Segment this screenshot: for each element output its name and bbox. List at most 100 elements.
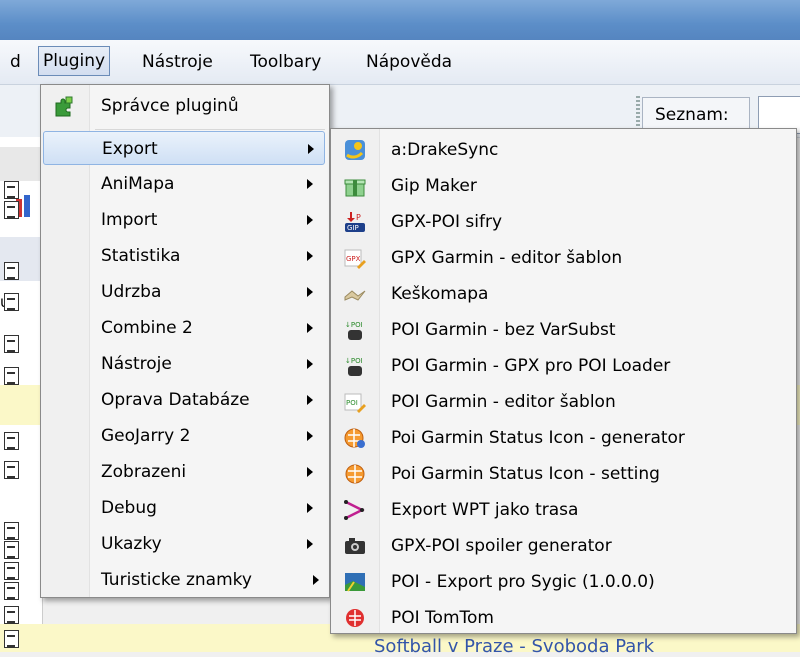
menu-item-export-sygic[interactable]: POI - Export pro Sygic (1.0.0.0) [333, 565, 792, 599]
svg-text:POI: POI [346, 399, 358, 407]
document-icon[interactable] [4, 335, 19, 353]
menu-item-turisticke-znamky[interactable]: Turisticke znamky [43, 563, 325, 597]
menu-item-poi-garmin-bez-varsubst[interactable]: ↓POI POI Garmin - bez VarSubst [333, 313, 792, 347]
menu-item-label: POI TomTom [391, 608, 494, 628]
menu-item-nastroje[interactable]: Nástroje [43, 347, 325, 381]
menu-item-partial[interactable]: d [6, 48, 25, 76]
menu-item-debug[interactable]: Debug [43, 491, 325, 525]
menu-item-spoiler-generator[interactable]: GPX-POI spoiler generator [333, 529, 792, 563]
menu-item-label: a:DrakeSync [391, 140, 499, 160]
menu-item-label: GPX-POI spoiler generator [391, 536, 612, 556]
svg-text:P: P [356, 213, 361, 222]
menu-item-spravce-pluginu[interactable]: Správce pluginů [43, 89, 325, 123]
document-icon[interactable] [4, 461, 19, 479]
document-icon[interactable] [4, 432, 19, 450]
menu-item-zobrazeni[interactable]: Zobrazeni [43, 455, 325, 489]
document-icon[interactable] [4, 541, 19, 559]
title-bar [0, 0, 800, 40]
menu-item-label: Správce pluginů [101, 96, 239, 116]
menu-item-label: Poi Garmin Status Icon - setting [391, 464, 660, 484]
submenu-arrow-icon [307, 251, 313, 261]
menu-item-label: POI Garmin - bez VarSubst [391, 320, 616, 340]
menu-item-label: POI Garmin - GPX pro POI Loader [391, 356, 671, 376]
poi-device-icon: ↓POI [345, 321, 363, 340]
submenu-arrow-icon [307, 467, 313, 477]
svg-text:GPX: GPX [346, 255, 361, 263]
document-icon[interactable] [4, 582, 19, 600]
menu-item-ukazky[interactable]: Ukazky [43, 527, 325, 561]
menu-item-label: GPX-POI sifry [391, 212, 503, 232]
menu-item-geojarry-2[interactable]: GeoJarry 2 [43, 419, 325, 453]
menu-item-gpx-garmin-editor[interactable]: GPX GPX Garmin - editor šablon [333, 241, 792, 275]
document-icon[interactable] [4, 181, 19, 199]
table-cell-name[interactable]: Softball v Praze - Svoboda Park [374, 636, 654, 657]
menu-item-import[interactable]: Import [43, 203, 325, 237]
submenu-arrow-icon [307, 323, 313, 333]
sygic-icon [345, 573, 365, 592]
submenu-arrow-icon [308, 144, 314, 154]
document-icon[interactable] [4, 262, 19, 280]
menu-item-label: Debug [101, 498, 157, 518]
menu-item-label: AniMapa [101, 174, 175, 194]
gip-download-icon: P GIP [345, 212, 365, 232]
menu-item-label: Udrzba [101, 282, 162, 302]
menu-item-combine-2[interactable]: Combine 2 [43, 311, 325, 345]
svg-text:↓POI: ↓POI [345, 357, 363, 365]
document-icon[interactable] [4, 522, 19, 540]
svg-text:↓POI: ↓POI [345, 321, 363, 329]
route-icon [344, 500, 365, 520]
submenu-arrow-icon [307, 287, 313, 297]
menu-item-oprava-databaze[interactable]: Oprava Databáze [43, 383, 325, 417]
menu-item-label: POI Garmin - editor šablon [391, 392, 616, 412]
menu-item-label: POI - Export pro Sygic (1.0.0.0) [391, 572, 655, 592]
status-setting-icon [345, 464, 365, 484]
menu-item-label: Turisticke znamky [101, 570, 252, 590]
menu-item-drakesync[interactable]: a:DrakeSync [333, 133, 792, 167]
export-submenu: a:DrakeSync Gip Maker P GIP GPX-POI sifr… [330, 128, 797, 634]
document-icon[interactable] [4, 562, 19, 580]
puzzle-icon [55, 96, 73, 117]
menu-item-label: Zobrazeni [101, 462, 187, 482]
drakesync-icon [345, 140, 365, 160]
submenu-arrow-icon [307, 179, 313, 189]
menu-item-label: Ukazky [101, 534, 162, 554]
menu-item-udrzba[interactable]: Udrzba [43, 275, 325, 309]
menu-item-toolbary[interactable]: Toolbary [246, 48, 325, 76]
document-icon[interactable] [4, 606, 19, 624]
menu-item-label: Nástroje [101, 354, 172, 374]
status-generator-icon [344, 428, 365, 448]
menu-item-statistika[interactable]: Statistika [43, 239, 325, 273]
menu-item-animapa[interactable]: AniMapa [43, 167, 325, 201]
menu-item-napoveda[interactable]: Nápověda [362, 48, 456, 76]
menu-separator [95, 129, 325, 130]
gift-icon [344, 179, 366, 197]
document-icon[interactable] [4, 293, 19, 311]
chart-icon-bar [24, 195, 30, 217]
list-header [0, 147, 42, 181]
menu-item-status-icon-generator[interactable]: Poi Garmin Status Icon - generator [333, 421, 792, 455]
submenu-arrow-icon [307, 431, 313, 441]
menu-item-gpx-poi-sifry[interactable]: P GIP GPX-POI sifry [333, 205, 792, 239]
menu-item-export-wpt-trasa[interactable]: Export WPT jako trasa [333, 493, 792, 527]
submenu-arrow-icon [307, 539, 313, 549]
document-icon[interactable] [4, 367, 19, 385]
menu-item-poi-garmin-gpx-loader[interactable]: ↓POI POI Garmin - GPX pro POI Loader [333, 349, 792, 383]
menu-item-poi-garmin-editor[interactable]: POI POI Garmin - editor šablon [333, 385, 792, 419]
menu-item-status-icon-setting[interactable]: Poi Garmin Status Icon - setting [333, 457, 792, 491]
menu-item-pluginy[interactable]: Pluginy [38, 46, 111, 76]
submenu-arrow-icon [313, 575, 319, 585]
poi-device-icon: ↓POI [345, 357, 363, 376]
menu-item-nastroje[interactable]: Nástroje [138, 48, 217, 76]
menu-item-label: Import [101, 210, 158, 230]
document-icon[interactable] [4, 201, 19, 219]
submenu-arrow-icon [307, 359, 313, 369]
menu-bar: d Pluginy Nástroje Toolbary Nápověda [0, 40, 800, 85]
pluginy-menu: Správce pluginů Export AniMapa Import St… [40, 84, 330, 598]
document-icon[interactable] [4, 630, 19, 648]
menu-item-label: Oprava Databáze [101, 390, 250, 410]
menu-item-keskomapa[interactable]: Keškomapa [333, 277, 792, 311]
menu-item-label: GeoJarry 2 [101, 426, 191, 446]
menu-item-export[interactable]: Export [43, 131, 325, 165]
menu-item-poi-tomtom[interactable]: POI TomTom [333, 601, 792, 635]
menu-item-gip-maker[interactable]: Gip Maker [333, 169, 792, 203]
